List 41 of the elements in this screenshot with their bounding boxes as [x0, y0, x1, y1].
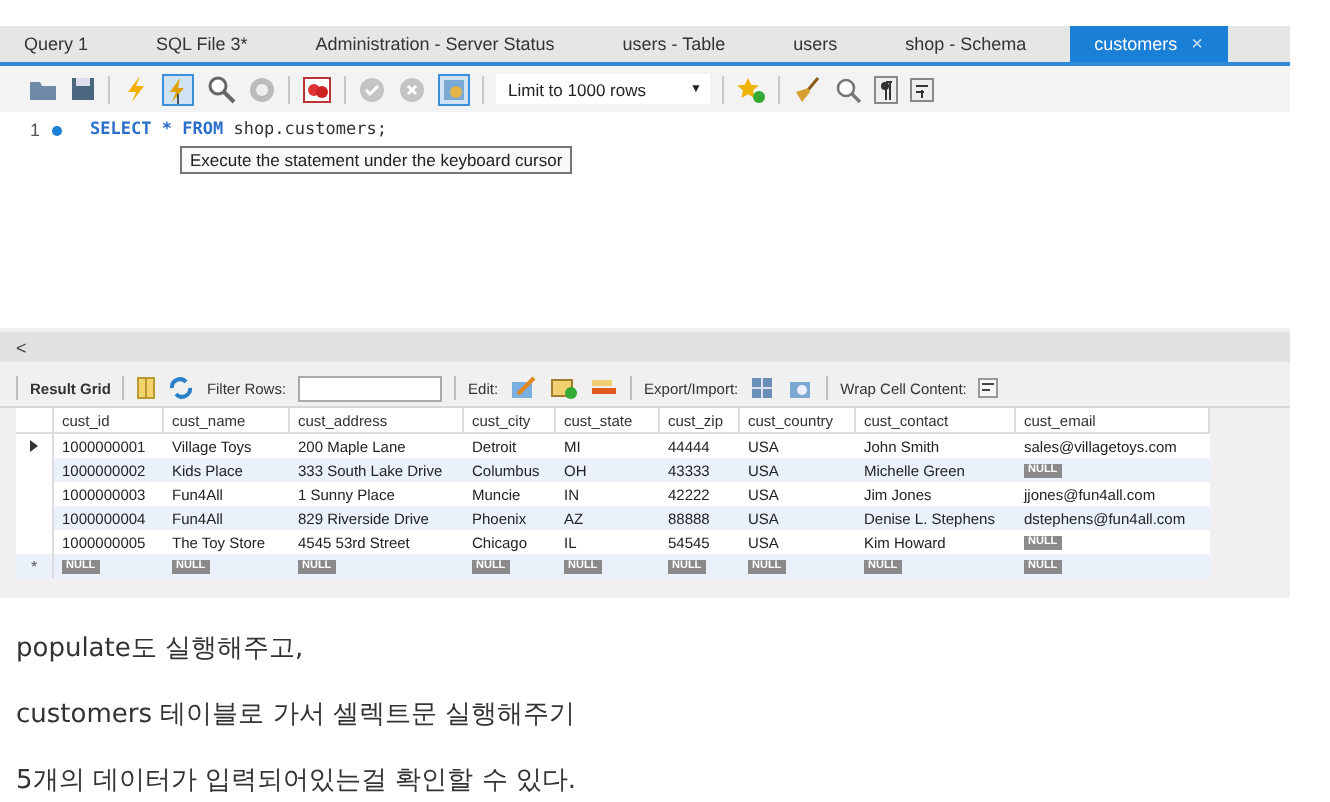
wrap-text-icon[interactable]	[978, 378, 999, 398]
autocommit-icon[interactable]	[438, 73, 470, 105]
new-row-marker: *	[30, 557, 38, 575]
folder-icon[interactable]	[28, 76, 58, 102]
pilcrow-icon[interactable]	[873, 75, 898, 103]
form-view-icon[interactable]	[136, 376, 157, 400]
tab[interactable]: customers ×	[1070, 26, 1228, 62]
statement-marker-icon	[52, 125, 62, 135]
paragraph: populate도 실행해주고,	[16, 632, 306, 666]
paragraph: 5개의 데이터가 입력되어있는걸 확인할 수 있다.	[16, 764, 579, 798]
broom-icon[interactable]	[791, 75, 822, 103]
toggle-results-icon[interactable]	[302, 75, 332, 103]
delete-row-icon[interactable]	[590, 376, 619, 400]
stop-icon[interactable]	[248, 75, 276, 103]
filter-field[interactable]	[298, 375, 443, 401]
wrap-icon[interactable]	[909, 77, 934, 101]
magnifier-icon[interactable]	[206, 74, 236, 104]
line-number: 1	[27, 120, 40, 140]
find-icon[interactable]	[833, 75, 862, 103]
star-add-icon[interactable]	[735, 75, 766, 103]
cancel-icon[interactable]	[398, 75, 426, 103]
tooltip: Execute the statement under the keyboard cursor	[180, 146, 573, 174]
add-row-icon[interactable]	[550, 376, 579, 400]
tab[interactable]: users	[769, 26, 862, 62]
code-line: SELECT * FROM shop.customers;	[90, 120, 387, 140]
tab[interactable]: SQL File 3*	[132, 26, 272, 62]
sql-editor[interactable]: 1 SELECT * FROM shop.customers; Execute the statement under the keyboard cursor	[0, 112, 1290, 328]
tab[interactable]: shop - Schema	[881, 26, 1051, 62]
refresh-icon[interactable]	[168, 376, 195, 400]
import-icon[interactable]	[788, 376, 815, 400]
check-icon[interactable]	[358, 75, 386, 103]
pencil-icon[interactable]	[510, 376, 539, 400]
lightning-cursor-icon[interactable]	[162, 73, 194, 105]
save-icon[interactable]	[70, 76, 96, 102]
lightning-icon[interactable]	[122, 74, 150, 104]
export-icon[interactable]	[750, 376, 777, 400]
tab[interactable]: users - Table	[598, 26, 750, 62]
scroll-left-arrow[interactable]: <	[16, 337, 27, 357]
paragraph: customers 테이블로 가서 셀렉트문 실행해주기	[16, 698, 578, 732]
tab[interactable]: Administration - Server Status	[291, 26, 579, 62]
tab[interactable]: Query 1	[0, 26, 113, 62]
